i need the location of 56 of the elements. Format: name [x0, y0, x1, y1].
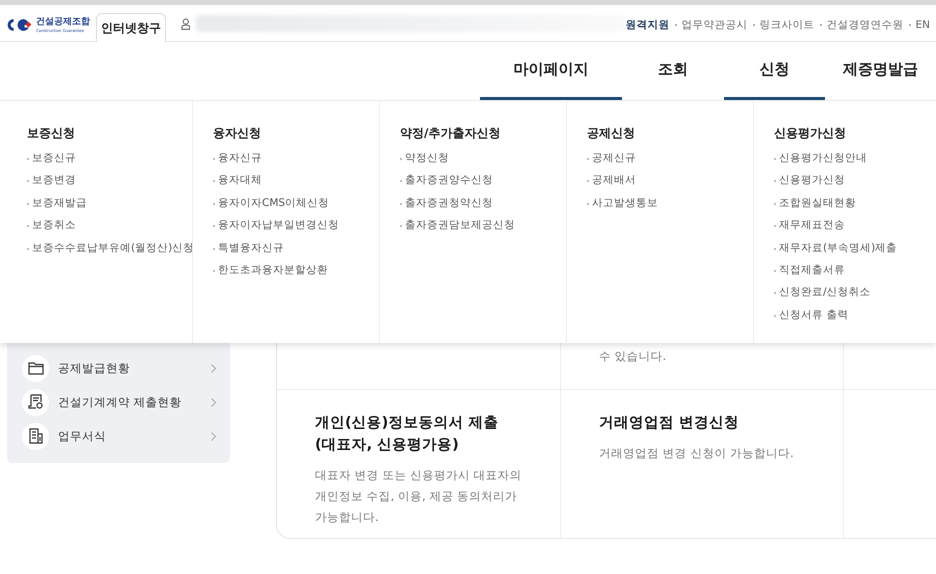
card-description: 대표자 변경 또는 신용평가시 대표자의 개인정보 수집, 이용, 제공 동의처리가 가능합니다.: [315, 467, 523, 526]
sidebar-item[interactable]: 업무서식: [7, 419, 230, 453]
header-link[interactable]: 업무약관공시: [682, 18, 748, 32]
chevron-right-icon: [211, 364, 216, 372]
menu-item[interactable]: 융자신규: [213, 147, 262, 170]
menu-item[interactable]: 보증변경: [27, 169, 76, 192]
sidebar-item[interactable]: 공제발급현황: [7, 351, 230, 385]
menu-heading[interactable]: 보증신청: [27, 125, 75, 142]
card-description: 수 있습니다.: [599, 348, 666, 365]
menu-heading[interactable]: 융자신청: [213, 125, 261, 142]
menu-item[interactable]: 공제신규: [587, 147, 636, 170]
menu-heading[interactable]: 공제신청: [587, 125, 635, 142]
header-link[interactable]: 건설경영연수원: [826, 18, 904, 32]
menu-item[interactable]: 신청완료/신청취소: [774, 281, 871, 304]
user-icon[interactable]: [180, 18, 190, 30]
menu-item[interactable]: 공제배서: [587, 169, 636, 192]
document-stamp-icon: [28, 394, 44, 410]
menu-item[interactable]: 융자대체: [213, 169, 262, 192]
folder-icon: [28, 361, 44, 375]
logo-icon: [6, 16, 33, 34]
menu-item[interactable]: 보증수수료납부유예(월정산)신청: [27, 236, 194, 260]
chevron-right-icon: [211, 432, 216, 440]
menu-item[interactable]: 출자증권양수신청: [400, 169, 493, 192]
menu-item[interactable]: 보증취소: [27, 214, 76, 237]
menu-item[interactable]: 직접제출서류: [774, 259, 845, 282]
nav-tab[interactable]: 조회: [622, 42, 724, 100]
menu-item[interactable]: 재무자료(부속명세)제출: [774, 236, 898, 260]
menu-heading[interactable]: 신용평가신청: [774, 125, 846, 142]
menu-item[interactable]: 조합원실태현황: [774, 192, 856, 214]
menu-item[interactable]: 출자증권담보제공신청: [400, 214, 515, 237]
logo-name: 건설공제조합: [36, 17, 90, 28]
menu-item[interactable]: 융자이자납부일변경신청: [213, 214, 339, 237]
menu-heading[interactable]: 약정/추가출자신청: [400, 125, 500, 142]
card-title[interactable]: 거래영업점 변경신청: [599, 412, 823, 434]
menu-item[interactable]: 신용평가신청안내: [774, 147, 867, 170]
menu-item[interactable]: 신용평가신청: [774, 169, 845, 192]
nav-tab[interactable]: 제증명발급: [825, 42, 936, 100]
sidebar-item[interactable]: 건설기계계약 제출현황: [7, 385, 230, 419]
menu-item[interactable]: 사고발생통보: [587, 192, 658, 214]
header-link[interactable]: 링크사이트: [760, 18, 814, 32]
menu-item[interactable]: 신청서류 출력: [774, 304, 848, 326]
document-icon: [28, 428, 42, 444]
chevron-right-icon: [211, 398, 216, 406]
menu-item[interactable]: 보증재발급: [27, 192, 87, 214]
card-description: 거래영업점 변경 신청이 가능합니다.: [599, 445, 795, 462]
menu-item[interactable]: 출자증권청약신청: [400, 192, 493, 214]
header-link[interactable]: EN: [916, 19, 930, 31]
menu-item[interactable]: 재무제표전송: [774, 214, 845, 237]
menu-item[interactable]: 약정신청: [400, 147, 449, 170]
menu-item[interactable]: 융자이자CMS이체신청: [213, 192, 330, 214]
menu-item[interactable]: 보증신규: [27, 147, 76, 170]
header-link[interactable]: 원격지원: [626, 18, 670, 32]
site-tab[interactable]: 인터넷창구: [96, 13, 166, 42]
menu-item[interactable]: 특별융자신규: [213, 236, 284, 260]
card-title[interactable]: 개인(신용)정보동의서 제출 (대표자, 신용평가용): [315, 412, 540, 456]
menu-item[interactable]: 한도초과융자분할상환: [213, 259, 328, 282]
